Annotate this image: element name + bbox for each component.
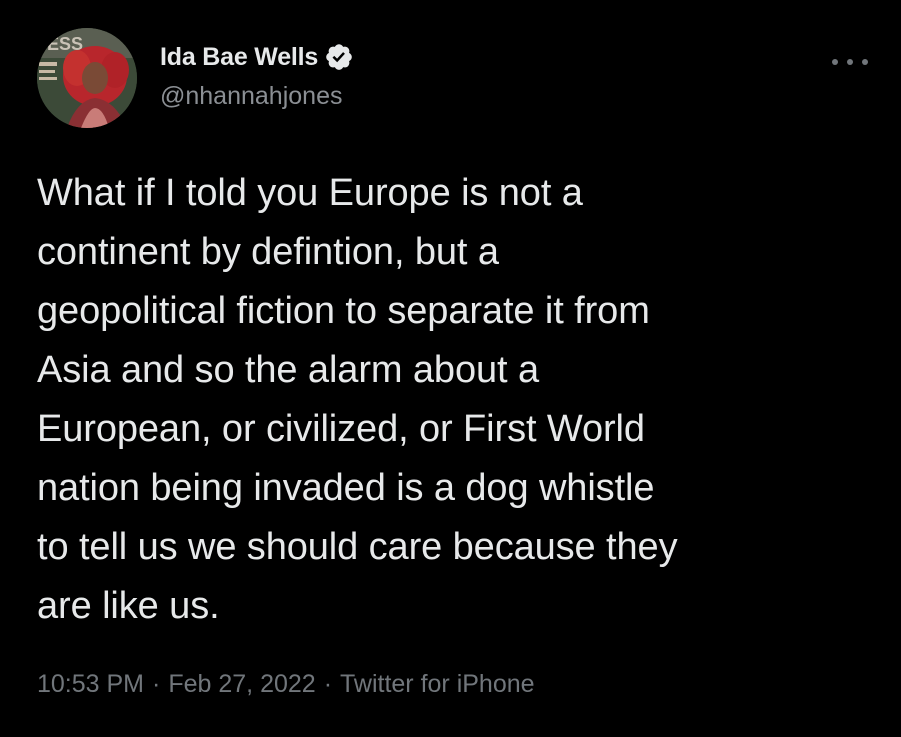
tweet-time[interactable]: 10:53 PM xyxy=(37,670,144,698)
verified-badge-icon xyxy=(324,42,354,72)
avatar-photo-icon: ESS xyxy=(37,28,137,128)
tweet-text: What if I told you Europe is not a conti… xyxy=(37,164,877,636)
dot xyxy=(847,59,853,65)
tweet-text-line: to tell us we should care because they xyxy=(37,526,678,568)
tweet-text-line: What if I told you Europe is not a xyxy=(37,172,583,214)
user-handle[interactable]: @nhannahjones xyxy=(160,82,354,111)
tweet-date[interactable]: Feb 27, 2022 xyxy=(168,670,315,698)
tweet-text-line: continent by defintion, but a xyxy=(37,231,499,273)
tweet-text-line: European, or civilized, or First World xyxy=(37,408,645,450)
tweet-card: ESS Ida Bae Wells @nhannahjones What if … xyxy=(0,0,901,737)
more-options-icon[interactable] xyxy=(832,52,868,72)
display-name[interactable]: Ida Bae Wells xyxy=(160,43,318,72)
name-row: Ida Bae Wells xyxy=(160,40,354,74)
meta-separator: · xyxy=(323,670,333,698)
tweet-text-line: geopolitical fiction to separate it from xyxy=(37,290,650,332)
avatar[interactable]: ESS xyxy=(37,28,137,128)
dot xyxy=(832,59,838,65)
tweet-text-line: nation being invaded is a dog whistle xyxy=(37,467,655,509)
dot xyxy=(862,59,868,65)
tweet-source[interactable]: Twitter for iPhone xyxy=(340,670,535,698)
tweet-header: Ida Bae Wells @nhannahjones xyxy=(160,40,354,111)
tweet-text-line: Asia and so the alarm about a xyxy=(37,349,539,391)
tweet-text-line: are like us. xyxy=(37,585,220,627)
meta-separator: · xyxy=(152,670,161,698)
tweet-metadata: 10:53 PM · Feb 27, 2022 · Twitter for iPhone xyxy=(37,670,535,699)
